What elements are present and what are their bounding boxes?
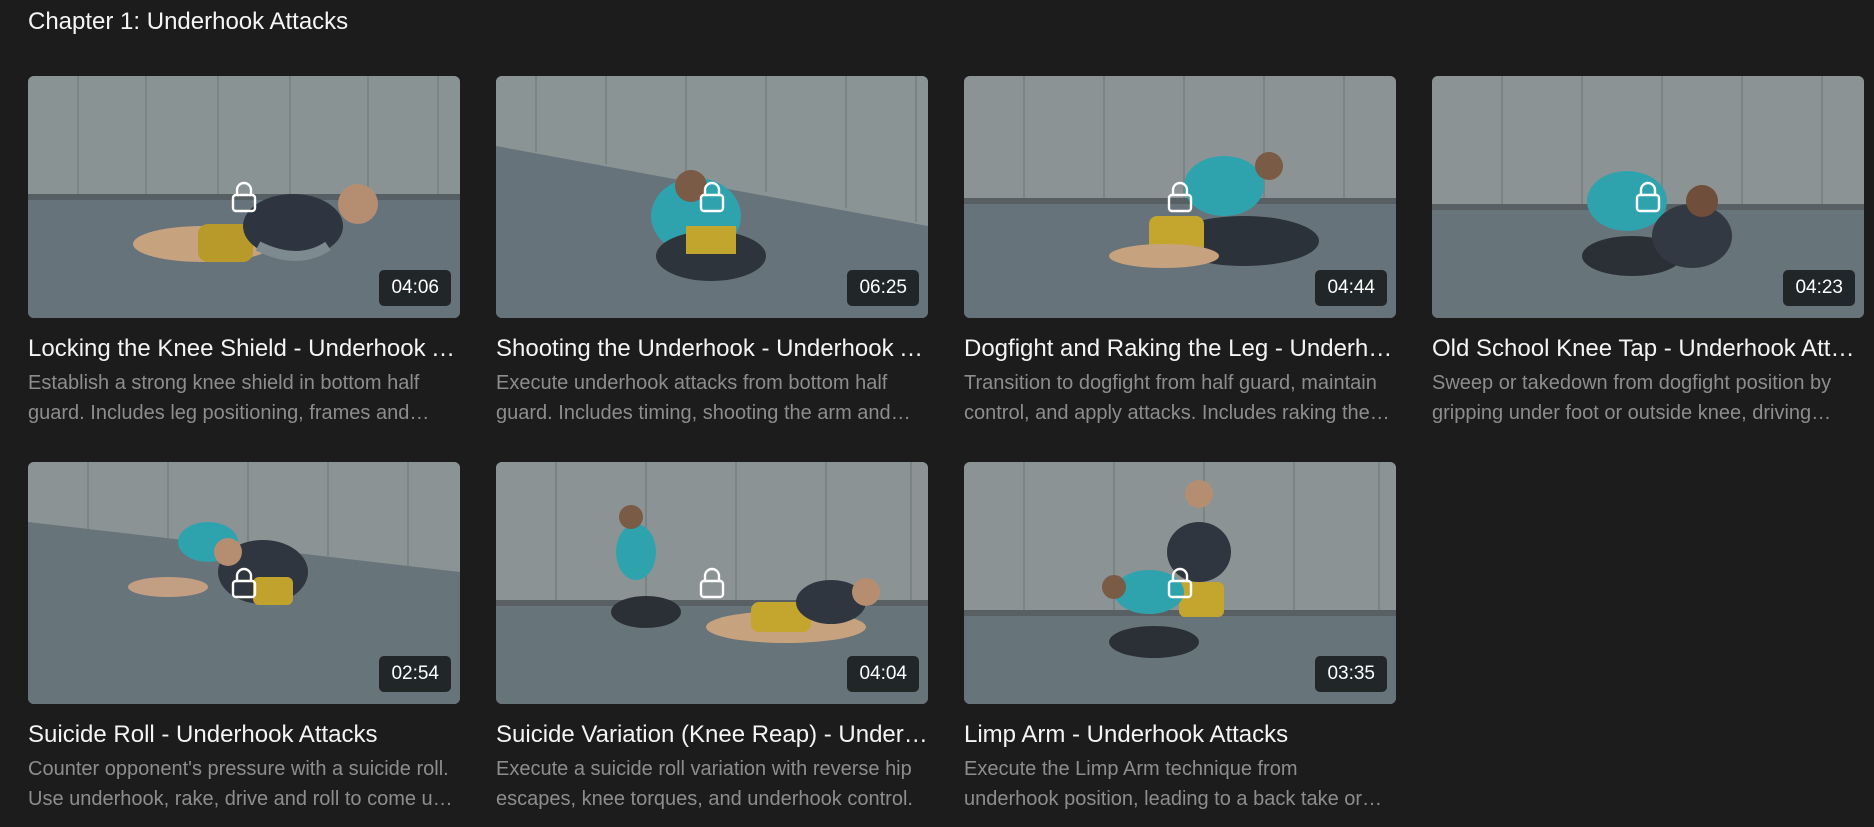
video-title[interactable]: Shooting the Underhook - Underhook Attac… bbox=[496, 334, 928, 364]
video-description: Execute underhook attacks from bottom ha… bbox=[496, 372, 891, 424]
video-description: Establish a strong knee shield in bottom… bbox=[28, 372, 420, 424]
video-description: Execute a suicide roll variation with re… bbox=[496, 758, 913, 810]
video-grid: 04:06 Locking the Knee Shield - Underhoo… bbox=[28, 76, 1864, 824]
lock-icon bbox=[699, 567, 725, 599]
duration-badge: 04:44 bbox=[1315, 270, 1387, 306]
duration-badge: 04:04 bbox=[847, 656, 919, 692]
chapter-section: Chapter 1: Underhook Attacks 04:06 Locki… bbox=[0, 0, 1874, 827]
lock-icon bbox=[1635, 181, 1661, 213]
lock-icon bbox=[1167, 181, 1193, 213]
lock-icon bbox=[1167, 567, 1193, 599]
video-description: Transition to dogfight from half guard, … bbox=[964, 372, 1377, 424]
video-thumbnail[interactable]: 02:54 bbox=[28, 462, 460, 704]
video-thumbnail[interactable]: 03:35 bbox=[964, 462, 1396, 704]
duration-badge: 03:35 bbox=[1315, 656, 1387, 692]
video-title[interactable]: Dogfight and Raking the Leg - Underhook … bbox=[964, 334, 1396, 364]
duration-badge: 04:06 bbox=[379, 270, 451, 306]
video-thumbnail[interactable]: 04:04 bbox=[496, 462, 928, 704]
video-card[interactable]: 04:23 Old School Knee Tap - Underhook At… bbox=[1432, 76, 1864, 438]
video-card[interactable]: 03:35 Limp Arm - Underhook Attacks Execu… bbox=[964, 462, 1396, 824]
video-card[interactable]: 02:54 Suicide Roll - Underhook Attacks C… bbox=[28, 462, 460, 824]
duration-badge: 06:25 bbox=[847, 270, 919, 306]
chapter-title: Chapter 1: Underhook Attacks bbox=[28, 8, 349, 35]
duration-badge: 04:23 bbox=[1783, 270, 1855, 306]
duration-badge: 02:54 bbox=[379, 656, 451, 692]
video-title[interactable]: Locking the Knee Shield - Underhook Atta… bbox=[28, 334, 460, 364]
lock-icon bbox=[699, 181, 725, 213]
video-card[interactable]: 04:04 Suicide Variation (Knee Reap) - Un… bbox=[496, 462, 928, 824]
video-card[interactable]: 04:44 Dogfight and Raking the Leg - Unde… bbox=[964, 76, 1396, 438]
lock-icon bbox=[231, 181, 257, 213]
video-thumbnail[interactable]: 04:06 bbox=[28, 76, 460, 318]
video-thumbnail[interactable]: 04:23 bbox=[1432, 76, 1864, 318]
video-description: Execute the Limp Arm technique from unde… bbox=[964, 758, 1363, 810]
video-card[interactable]: 06:25 Shooting the Underhook - Underhook… bbox=[496, 76, 928, 438]
lock-icon bbox=[231, 567, 257, 599]
video-title[interactable]: Suicide Variation (Knee Reap) - Underhoo… bbox=[496, 720, 928, 750]
video-card[interactable]: 04:06 Locking the Knee Shield - Underhoo… bbox=[28, 76, 460, 438]
video-title[interactable]: Suicide Roll - Underhook Attacks bbox=[28, 720, 460, 750]
video-thumbnail[interactable]: 06:25 bbox=[496, 76, 928, 318]
video-description: Counter opponent's pressure with a suici… bbox=[28, 758, 449, 810]
video-title[interactable]: Limp Arm - Underhook Attacks bbox=[964, 720, 1396, 750]
video-title[interactable]: Old School Knee Tap - Underhook Attacks bbox=[1432, 334, 1864, 364]
video-thumbnail[interactable]: 04:44 bbox=[964, 76, 1396, 318]
video-description: Sweep or takedown from dogfight position… bbox=[1432, 372, 1832, 424]
